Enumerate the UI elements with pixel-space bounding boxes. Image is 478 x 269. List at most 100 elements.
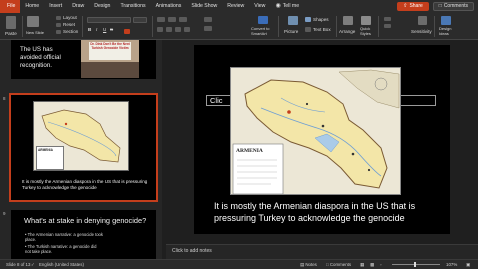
reset-icon [56,23,61,27]
design-ideas-button[interactable]: Design Ideas [439,26,451,36]
notes-button[interactable]: ▤ Notes [300,262,317,268]
bullet-text: The Armenian narrative: a genocide took … [25,232,103,242]
design-ideas-icon[interactable] [441,16,451,25]
new-slide-icon[interactable] [27,16,39,27]
sensitivity-button[interactable]: Sensitivity [411,29,432,34]
ribbon-separator [434,16,435,37]
thumbnail-7-text: The US has avoided official recognition. [20,46,61,69]
slide-thumbnail-8[interactable]: ARMENIA It is mostly the Armenian diaspo… [9,93,158,202]
section-button[interactable]: Section [63,29,78,34]
quick-styles-button[interactable]: Quick Styles [360,26,371,36]
ribbon-separator [336,16,337,37]
tab-review[interactable]: Review [222,0,249,13]
text-box-button[interactable]: Text Box [313,27,331,32]
armenia-map-image[interactable]: ARMENIA [230,67,401,195]
ribbon-separator [82,16,83,37]
convert-to-smartart-button[interactable]: Convert to SmartArt [251,26,269,36]
font-name-dropdown[interactable] [87,17,131,23]
outline-icon[interactable] [384,24,391,28]
tab-design[interactable]: Design [89,0,115,13]
align-center-icon[interactable] [166,27,172,32]
armenia-map [231,68,400,194]
slide-thumbnail-9[interactable]: What's at stake in denying genocide? • T… [11,210,156,259]
zoom-slider-thumb[interactable] [414,262,416,267]
reset-button[interactable]: Reset [63,22,75,27]
shapes-icon[interactable] [305,17,311,22]
sensitivity-icon[interactable] [418,16,427,25]
ribbon: Paste New Slide Layout Reset Section B I… [0,13,478,40]
font-size-dropdown[interactable] [133,17,147,23]
new-slide-button[interactable]: New Slide [26,30,44,35]
align-text-icon[interactable] [204,26,212,31]
status-bar: Slide 8 of 13 ✓ English (United States) … [0,259,478,269]
strikethrough-icon[interactable]: S [110,27,113,32]
thumbnail-9-title: What's at stake in denying genocide? [24,216,147,225]
tab-animations[interactable]: Animations [151,0,187,13]
indent-icon[interactable] [179,17,187,22]
zoom-level[interactable]: 107% [446,262,457,267]
tell-me-search[interactable]: ◉ Tell me [270,0,304,13]
picture-icon[interactable] [288,16,298,25]
quick-styles-icon[interactable] [361,16,371,25]
tab-view[interactable]: View [249,0,270,13]
arrange-button[interactable]: Arrange [339,29,355,34]
underline-icon[interactable]: U [103,27,106,32]
tell-me-label: Tell me [282,3,300,9]
tab-transitions[interactable]: Transitions [115,0,150,13]
slide-sorter-icon[interactable]: ▩ [370,262,374,268]
slide-number-8: 8 [3,96,6,101]
share-icon: ⇧ [403,3,408,9]
menu-right-actions: ⇧ Share □ Comments [397,2,474,11]
italic-icon[interactable]: I [96,27,97,32]
crowd-silhouette [81,62,139,78]
align-right-icon[interactable] [175,27,181,32]
text-direction-icon[interactable] [204,17,212,22]
spellcheck-icon[interactable]: ✓ [31,262,35,268]
slide-number-9: 9 [3,211,6,216]
protest-sign-image: Dr. Dink Don't Be the Next Turkish Genoc… [81,40,139,78]
comments-button[interactable]: □ Comments [432,2,474,11]
fill-icon[interactable] [384,17,391,21]
menu-bar: File Home Insert Draw Design Transitions… [0,0,478,13]
paste-icon[interactable] [6,16,16,29]
notes-pane[interactable]: Click to add notes [166,244,478,259]
tab-insert[interactable]: Insert [44,0,67,13]
tab-draw[interactable]: Draw [67,0,89,13]
ribbon-separator [278,16,279,37]
reading-view-icon[interactable]: ▫ [380,262,382,267]
slide-body-text[interactable]: It is mostly the Armenian diaspora in th… [214,200,442,224]
placeholder-text[interactable]: Clic [210,96,223,105]
paste-button[interactable]: Paste [5,31,17,36]
tab-file[interactable]: File [0,0,21,13]
font-color-icon[interactable] [124,29,130,34]
ribbon-separator [378,16,379,37]
align-left-icon[interactable] [157,27,163,32]
comments-label: Comments [443,3,468,9]
shapes-button[interactable]: Shapes [313,17,329,22]
tab-home[interactable]: Home [20,0,44,13]
fit-to-window-icon[interactable]: ▣ [466,262,470,268]
zoom-slider[interactable] [392,264,440,265]
map-title: ARMENIA [236,148,263,154]
comments-status-button[interactable]: □ Comments [326,262,351,267]
layout-button[interactable]: Layout [63,15,77,20]
thumbnail-9-bullet-1: • The Armenian narrative: a genocide too… [25,232,103,242]
normal-view-icon[interactable]: ▦ [360,262,364,268]
current-slide[interactable]: Clic ARMENIA It is mostly the Armenian d… [194,45,450,234]
justify-icon[interactable] [184,27,190,32]
picture-button[interactable]: Picture [284,29,298,34]
share-button[interactable]: ⇧ Share [397,2,429,11]
arrange-icon[interactable] [343,16,353,25]
notes-placeholder[interactable]: Click to add notes [172,248,212,254]
comments-status-label: Comments [329,262,352,267]
numbering-icon[interactable] [168,17,176,22]
convert-to-smartart-icon[interactable] [258,16,268,24]
layout-icon [56,16,61,20]
bold-icon[interactable]: B [88,27,91,32]
tab-slide-show[interactable]: Slide Show [186,0,222,13]
section-icon [56,30,61,34]
text-box-icon[interactable] [305,27,311,32]
language-indicator[interactable]: English (United States) [39,262,84,267]
bullets-icon[interactable] [157,17,165,22]
slide-thumbnail-7[interactable]: The US has avoided official recognition.… [11,40,156,79]
